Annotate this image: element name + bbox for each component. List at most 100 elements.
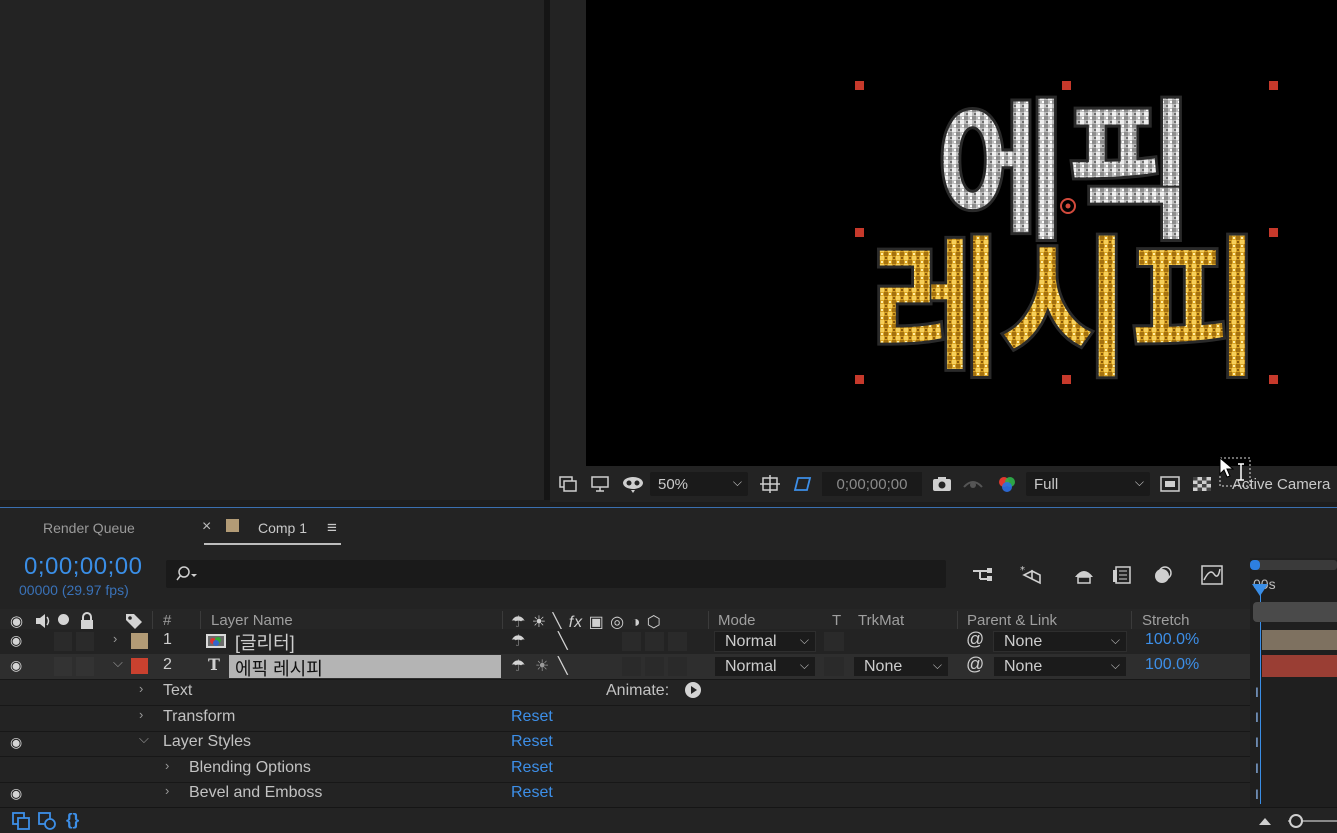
audio-switch-box[interactable] [54, 632, 72, 651]
audio-switch-box[interactable] [54, 657, 72, 676]
chevron-right-icon[interactable]: › [165, 758, 169, 773]
transform-handle[interactable] [855, 228, 864, 237]
property-row-transform[interactable]: › Transform Reset [0, 706, 1250, 731]
parent-dropdown[interactable]: None ⌵ [993, 631, 1127, 652]
zoom-slider-thumb[interactable] [1289, 814, 1303, 828]
transform-handle[interactable] [855, 81, 864, 90]
header-stretch[interactable]: Stretch [1142, 612, 1190, 629]
layer-row[interactable]: ◉ › 1 [글리터] ☂ ╲ Normal ⌵ @ None ⌵ 100.0% [0, 629, 1250, 654]
draft-3d-icon[interactable]: * [1018, 562, 1046, 588]
shy-switch-icon[interactable]: ☂ [511, 656, 525, 676]
reset-button[interactable]: Reset [511, 733, 553, 751]
solo-switch-box[interactable] [76, 632, 94, 651]
layer-search-input[interactable] [166, 560, 946, 588]
eye-icon[interactable]: ◉ [10, 785, 22, 802]
graph-editor-icon[interactable] [1198, 562, 1226, 588]
header-parent[interactable]: Parent & Link [967, 612, 1057, 629]
monitor-icon[interactable] [586, 466, 614, 502]
chevron-right-icon[interactable]: › [139, 707, 143, 722]
panel-menu-icon[interactable]: ≡ [327, 518, 337, 538]
header-mode[interactable]: Mode [718, 612, 756, 629]
switch-box[interactable] [622, 632, 641, 651]
preserve-transparency-box[interactable] [824, 632, 844, 651]
current-time-display[interactable]: 0;00;00;00 [24, 553, 142, 581]
always-preview-icon[interactable] [554, 466, 582, 502]
switch-box[interactable] [622, 657, 641, 676]
zoom-out-mountain-icon[interactable] [1258, 814, 1272, 831]
mask-visibility-icon[interactable] [618, 466, 648, 502]
video-switch-icon[interactable]: ◉ [10, 612, 23, 630]
property-row-blending[interactable]: › Blending Options Reset [0, 757, 1250, 782]
transparency-grid-icon[interactable] [1188, 466, 1216, 502]
header-trkmat[interactable]: TrkMat [858, 612, 904, 629]
pickwhip-icon[interactable]: @ [966, 654, 984, 675]
solo-icon[interactable] [58, 614, 69, 625]
header-layer-name[interactable]: Layer Name [211, 612, 293, 629]
header-t[interactable]: T [832, 612, 841, 629]
playhead-marker-icon[interactable] [1252, 584, 1268, 596]
chevron-right-icon[interactable]: › [113, 631, 117, 646]
transform-handle[interactable] [855, 375, 864, 384]
transform-handle[interactable] [1269, 375, 1278, 384]
transform-handle[interactable] [1062, 81, 1071, 90]
region-of-interest-icon[interactable] [788, 466, 816, 502]
work-area-start[interactable] [1250, 560, 1260, 570]
shy-switch-icon[interactable]: ☂ [511, 631, 525, 651]
composition-canvas[interactable] [586, 0, 1337, 466]
eye-icon[interactable]: ◉ [10, 657, 22, 674]
mode-dropdown[interactable]: Normal ⌵ [714, 631, 816, 652]
trkmat-dropdown[interactable]: None ⌵ [853, 656, 949, 677]
parent-dropdown[interactable]: None ⌵ [993, 656, 1127, 677]
transfer-controls-toggle-icon[interactable] [38, 812, 56, 833]
motion-blur-icon[interactable] [1148, 562, 1176, 588]
layer-1-duration-bar[interactable] [1262, 630, 1337, 650]
eye-icon[interactable]: ◉ [10, 632, 22, 649]
magnification-dropdown[interactable]: 50% ⌵ [650, 472, 748, 496]
layer-name-edit[interactable]: 에픽 레시피 [229, 655, 501, 679]
work-area-bar[interactable] [1253, 560, 1337, 570]
viewer-timecode[interactable]: 0;00;00;00 [822, 472, 922, 496]
shy-layers-icon[interactable] [1070, 562, 1098, 588]
layer-2-duration-bar[interactable] [1262, 655, 1337, 677]
frame-blending-icon[interactable] [1108, 562, 1136, 588]
tab-render-queue[interactable]: Render Queue [43, 520, 135, 536]
switch-box[interactable] [668, 657, 687, 676]
resolution-dropdown[interactable]: Full ⌵ [1026, 472, 1150, 496]
layer-switches-toggle-icon[interactable] [12, 812, 30, 833]
collapse-switch-icon[interactable]: ☀ [535, 656, 549, 676]
switch-box[interactable] [668, 632, 687, 651]
snapshot-camera-icon[interactable] [928, 466, 956, 502]
animate-play-icon[interactable] [684, 681, 702, 704]
preserve-transparency-box[interactable] [824, 657, 844, 676]
reset-button[interactable]: Reset [511, 784, 553, 802]
grid-guides-icon[interactable] [756, 466, 784, 502]
solo-switch-box[interactable] [76, 657, 94, 676]
tab-close-icon[interactable]: × [202, 518, 211, 536]
switch-box[interactable] [645, 657, 664, 676]
property-row-layer-styles[interactable]: ◉ ⌵ Layer Styles Reset [0, 731, 1250, 756]
composition-flowchart-icon[interactable] [968, 562, 996, 588]
stretch-value[interactable]: 100.0% [1145, 631, 1199, 649]
tab-comp-1[interactable]: Comp 1 [258, 520, 307, 536]
channel-rgb-icon[interactable] [992, 466, 1022, 502]
in-out-toggle-icon[interactable]: {} [66, 810, 79, 830]
layer-name[interactable]: [글리터] [235, 629, 295, 655]
show-snapshot-icon[interactable] [960, 466, 986, 502]
reset-button[interactable]: Reset [511, 759, 553, 777]
pickwhip-icon[interactable]: @ [966, 629, 984, 650]
fast-previews-icon[interactable] [1156, 466, 1184, 502]
chevron-down-icon[interactable]: ⌵ [113, 655, 123, 671]
quality-switch-icon[interactable]: ╲ [558, 631, 568, 651]
transform-handle[interactable] [1269, 228, 1278, 237]
transform-handle[interactable] [1062, 375, 1071, 384]
chevron-down-icon[interactable]: ⌵ [139, 731, 149, 747]
layer-row-selected[interactable]: ◉ ⌵ 2 T 에픽 레시피 ☂ ☀ ╲ Normal ⌵ None ⌵ @ N… [0, 654, 1250, 679]
chevron-right-icon[interactable]: › [165, 783, 169, 798]
eye-icon[interactable]: ◉ [10, 734, 22, 751]
mode-dropdown[interactable]: Normal ⌵ [714, 656, 816, 677]
chevron-right-icon[interactable]: › [139, 681, 143, 696]
header-number[interactable]: # [163, 612, 171, 629]
property-row-bevel[interactable]: ◉ › Bevel and Emboss Reset [0, 782, 1250, 807]
transform-handle[interactable] [1269, 81, 1278, 90]
switch-box[interactable] [645, 632, 664, 651]
